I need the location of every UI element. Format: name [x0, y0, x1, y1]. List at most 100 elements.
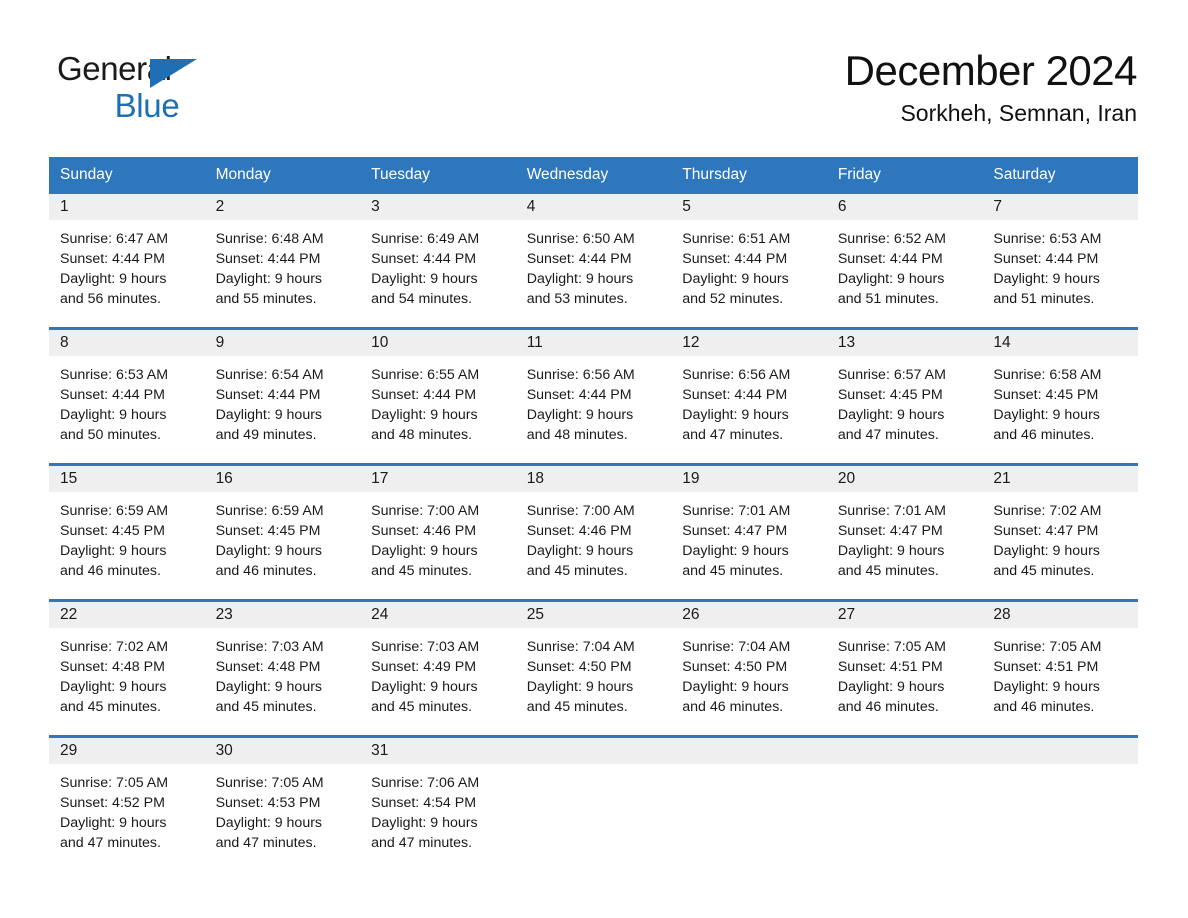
- weekday-header-thursday: Thursday: [682, 166, 747, 183]
- weekday-header-friday: Friday: [837, 166, 881, 183]
- day-number: 18: [526, 469, 544, 487]
- sunset-text: Sunset: 4:44 PM: [526, 250, 632, 267]
- day-cell[interactable]: 20 Sunrise: 7:01 AM Sunset: 4:47 PM Dayligh…: [826, 465, 983, 599]
- day-cell-empty: [982, 737, 1138, 871]
- day-cell-empty: [826, 737, 983, 871]
- calendar-week-row: 15 Sunrise: 6:59 AM Sunset: 4:45 PM Dayligh…: [49, 462, 1138, 599]
- day-details: Sunrise: 7:05 AM Sunset: 4:52 PM Daylight:…: [49, 764, 205, 853]
- page-title: December 2024: [844, 47, 1138, 94]
- daylight-text-line2: and 46 minutes.: [60, 562, 161, 579]
- daylight-text-line2: and 46 minutes.: [993, 698, 1095, 715]
- daylight-text-line2: and 53 minutes.: [526, 290, 628, 307]
- day-number-band: 16: [204, 465, 361, 492]
- sunrise-text: Sunrise: 7:05 AM: [215, 774, 324, 791]
- daylight-text-line1: Daylight: 9 hours: [60, 814, 167, 831]
- daylight-text-line2: and 45 minutes.: [526, 698, 628, 715]
- day-number: 17: [371, 469, 389, 487]
- day-cell[interactable]: 11 Sunrise: 6:56 AM Sunset: 4:44 PM Dayligh…: [515, 329, 672, 463]
- day-cell[interactable]: 18 Sunrise: 7:00 AM Sunset: 4:46 PM Dayligh…: [515, 465, 672, 599]
- generalblue-logo[interactable]: General Blue: [57, 52, 217, 124]
- day-cell[interactable]: 2 Sunrise: 6:48 AM Sunset: 4:44 PM Daylight…: [204, 193, 361, 327]
- sunrise-text: Sunrise: 7:06 AM: [371, 774, 480, 791]
- day-number: 30: [215, 741, 233, 759]
- day-cell[interactable]: 30 Sunrise: 7:05 AM Sunset: 4:53 PM Dayligh…: [204, 737, 361, 871]
- day-cell[interactable]: 16 Sunrise: 6:59 AM Sunset: 4:45 PM Dayligh…: [204, 465, 361, 599]
- day-cell[interactable]: 3 Sunrise: 6:49 AM Sunset: 4:44 PM Daylight…: [360, 193, 516, 327]
- sunrise-text: Sunrise: 6:58 AM: [993, 366, 1102, 383]
- sunrise-text: Sunrise: 6:59 AM: [215, 502, 324, 519]
- daylight-text-line2: and 48 minutes.: [526, 426, 628, 443]
- daylight-text-line1: Daylight: 9 hours: [837, 406, 945, 423]
- daylight-text-line1: Daylight: 9 hours: [371, 406, 478, 423]
- day-cell[interactable]: 22 Sunrise: 7:02 AM Sunset: 4:48 PM Dayligh…: [49, 601, 205, 735]
- sunrise-text: Sunrise: 7:05 AM: [837, 638, 946, 655]
- day-cell[interactable]: 17 Sunrise: 7:00 AM Sunset: 4:46 PM Dayligh…: [360, 465, 516, 599]
- sunrise-text: Sunrise: 6:52 AM: [837, 230, 946, 247]
- day-number-band: 25: [515, 601, 672, 628]
- sunrise-text: Sunrise: 7:01 AM: [682, 502, 791, 519]
- day-cell[interactable]: 1 Sunrise: 6:47 AM Sunset: 4:44 PM Daylight…: [49, 193, 205, 327]
- day-details: [827, 764, 983, 773]
- day-cell[interactable]: 24 Sunrise: 7:03 AM Sunset: 4:49 PM Dayligh…: [360, 601, 516, 735]
- day-cell[interactable]: 4 Sunrise: 6:50 AM Sunset: 4:44 PM Daylight…: [515, 193, 672, 327]
- daylight-text-line2: and 45 minutes.: [371, 698, 473, 715]
- day-cell[interactable]: 15 Sunrise: 6:59 AM Sunset: 4:45 PM Dayligh…: [49, 465, 205, 599]
- day-cell[interactable]: 29 Sunrise: 7:05 AM Sunset: 4:52 PM Dayligh…: [49, 737, 205, 871]
- day-number: 21: [993, 469, 1011, 487]
- day-number-band: 21: [982, 465, 1138, 492]
- day-number-band: 13: [826, 329, 983, 356]
- day-cell[interactable]: 31 Sunrise: 7:06 AM Sunset: 4:54 PM Dayligh…: [360, 737, 516, 871]
- day-cell-empty: [671, 737, 827, 871]
- sunrise-text: Sunrise: 7:03 AM: [215, 638, 324, 655]
- sunset-text: Sunset: 4:44 PM: [993, 250, 1099, 267]
- day-details: [982, 764, 1138, 773]
- day-cell[interactable]: 8 Sunrise: 6:53 AM Sunset: 4:44 PM Daylight…: [49, 329, 205, 463]
- day-details: Sunrise: 7:05 AM Sunset: 4:53 PM Daylight:…: [205, 764, 361, 853]
- day-cell[interactable]: 10 Sunrise: 6:55 AM Sunset: 4:44 PM Dayligh…: [360, 329, 516, 463]
- sunrise-text: Sunrise: 6:55 AM: [371, 366, 480, 383]
- daylight-text-line1: Daylight: 9 hours: [837, 270, 945, 287]
- day-cell[interactable]: 9 Sunrise: 6:54 AM Sunset: 4:44 PM Daylight…: [204, 329, 361, 463]
- day-cell[interactable]: 12 Sunrise: 6:56 AM Sunset: 4:44 PM Dayligh…: [671, 329, 827, 463]
- day-cell[interactable]: 25 Sunrise: 7:04 AM Sunset: 4:50 PM Dayligh…: [515, 601, 672, 735]
- day-number: 11: [526, 333, 543, 351]
- sunrise-text: Sunrise: 6:54 AM: [215, 366, 324, 383]
- day-cell[interactable]: 5 Sunrise: 6:51 AM Sunset: 4:44 PM Daylight…: [671, 193, 827, 327]
- day-cell[interactable]: 14 Sunrise: 6:58 AM Sunset: 4:45 PM Dayligh…: [982, 329, 1138, 463]
- day-cell[interactable]: 28 Sunrise: 7:05 AM Sunset: 4:51 PM Dayligh…: [982, 601, 1138, 735]
- day-cell[interactable]: 21 Sunrise: 7:02 AM Sunset: 4:47 PM Dayligh…: [982, 465, 1138, 599]
- daylight-text-line1: Daylight: 9 hours: [371, 270, 478, 287]
- day-number: 23: [215, 605, 233, 623]
- sunset-text: Sunset: 4:47 PM: [837, 522, 943, 539]
- daylight-text-line1: Daylight: 9 hours: [215, 406, 323, 423]
- page-header: General Blue December 2024 Sorkheh, Semn…: [0, 0, 1188, 127]
- sunset-text: Sunset: 4:51 PM: [837, 658, 943, 675]
- day-number-band: 6: [826, 193, 983, 220]
- weekday-header-sunday: Sunday: [60, 166, 113, 183]
- day-number: 27: [837, 605, 856, 623]
- day-cell[interactable]: 26 Sunrise: 7:04 AM Sunset: 4:50 PM Dayligh…: [671, 601, 827, 735]
- day-details: Sunrise: 7:05 AM Sunset: 4:51 PM Daylight:…: [827, 628, 983, 717]
- day-number-band: 5: [671, 193, 827, 220]
- sunset-text: Sunset: 4:50 PM: [682, 658, 788, 675]
- day-cell[interactable]: 13 Sunrise: 6:57 AM Sunset: 4:45 PM Dayligh…: [826, 329, 983, 463]
- day-number-band: [982, 737, 1138, 764]
- day-cell[interactable]: 19 Sunrise: 7:01 AM Sunset: 4:47 PM Dayligh…: [671, 465, 827, 599]
- day-cell[interactable]: 23 Sunrise: 7:03 AM Sunset: 4:48 PM Dayligh…: [204, 601, 361, 735]
- day-cell[interactable]: 6 Sunrise: 6:52 AM Sunset: 4:44 PM Daylight…: [826, 193, 983, 327]
- day-details: [671, 764, 827, 773]
- day-number-band: [826, 737, 983, 764]
- sunrise-text: Sunrise: 7:02 AM: [60, 638, 169, 655]
- sunset-text: Sunset: 4:48 PM: [60, 658, 165, 675]
- daylight-text-line1: Daylight: 9 hours: [526, 270, 634, 287]
- logo-blue-label: Blue: [114, 87, 180, 124]
- sunset-text: Sunset: 4:44 PM: [60, 386, 165, 403]
- page-subtitle-location: Sorkheh, Semnan, Iran: [900, 100, 1137, 127]
- day-details: Sunrise: 6:47 AM Sunset: 4:44 PM Daylight:…: [49, 220, 205, 309]
- calendar-week-row: 22 Sunrise: 7:02 AM Sunset: 4:48 PM Dayligh…: [49, 598, 1138, 735]
- day-cell[interactable]: 7 Sunrise: 6:53 AM Sunset: 4:44 PM Daylight…: [982, 193, 1138, 327]
- day-cell[interactable]: 27 Sunrise: 7:05 AM Sunset: 4:51 PM Dayligh…: [826, 601, 983, 735]
- sunrise-text: Sunrise: 6:50 AM: [526, 230, 635, 247]
- sunset-text: Sunset: 4:46 PM: [526, 522, 632, 539]
- daylight-text-line1: Daylight: 9 hours: [682, 678, 789, 695]
